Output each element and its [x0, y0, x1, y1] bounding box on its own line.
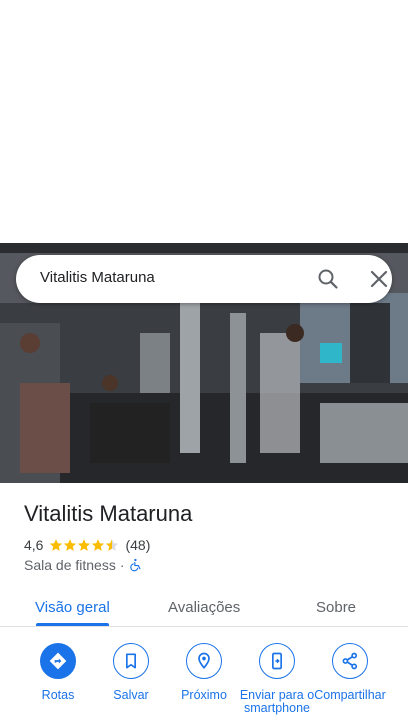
action-bar: Rotas Salvar Próximo Enviar para o smart…: [0, 643, 408, 726]
tab-bar: Visão geral Avaliações Sobre: [0, 587, 408, 627]
rating-stars: [49, 538, 119, 552]
map-area[interactable]: [0, 0, 408, 243]
nearby-label: Próximo: [181, 688, 227, 702]
star-icon: [92, 539, 105, 551]
search-bar[interactable]: Vitalitis Mataruna: [16, 255, 392, 303]
tab-reviews[interactable]: Avaliações: [168, 599, 240, 616]
save-button[interactable]: Salvar: [93, 643, 169, 702]
nearby-icon[interactable]: [186, 643, 222, 679]
half-star-icon: [106, 539, 119, 551]
wheelchair-icon: [129, 558, 141, 572]
nearby-button[interactable]: Próximo: [166, 643, 242, 702]
rating-row[interactable]: 4,6 (48): [24, 537, 150, 553]
send-to-phone-button[interactable]: Enviar para o smartphone: [239, 643, 315, 715]
place-details-sheet: Vitalitis Mataruna 4,6 (48) Sala de fitn…: [0, 483, 408, 726]
search-input[interactable]: Vitalitis Mataruna: [40, 269, 155, 286]
place-category: Sala de fitness: [24, 557, 116, 573]
review-count[interactable]: (48): [125, 537, 150, 553]
send-to-phone-label: Enviar para o smartphone: [239, 688, 315, 715]
search-icon[interactable]: [316, 267, 340, 291]
share-button[interactable]: Compartilhar: [312, 643, 388, 702]
active-tab-indicator: [36, 623, 109, 626]
category-row: Sala de fitness ·: [24, 557, 143, 573]
separator: ·: [119, 557, 125, 573]
star-icon: [50, 539, 63, 551]
place-title: Vitalitis Mataruna: [24, 501, 193, 526]
star-icon: [78, 539, 91, 551]
star-icon: [64, 539, 77, 551]
directions-label: Rotas: [41, 688, 75, 702]
save-label: Salvar: [113, 688, 149, 702]
close-icon[interactable]: [368, 268, 390, 290]
tab-overview[interactable]: Visão geral: [35, 599, 110, 616]
tab-about[interactable]: Sobre: [316, 599, 356, 616]
bookmark-icon[interactable]: [113, 643, 149, 679]
directions-button[interactable]: Rotas: [20, 643, 96, 702]
share-icon[interactable]: [332, 643, 368, 679]
share-label: Compartilhar: [314, 688, 386, 702]
rating-value: 4,6: [24, 537, 44, 553]
directions-icon[interactable]: [40, 643, 76, 679]
send-to-phone-icon[interactable]: [259, 643, 295, 679]
